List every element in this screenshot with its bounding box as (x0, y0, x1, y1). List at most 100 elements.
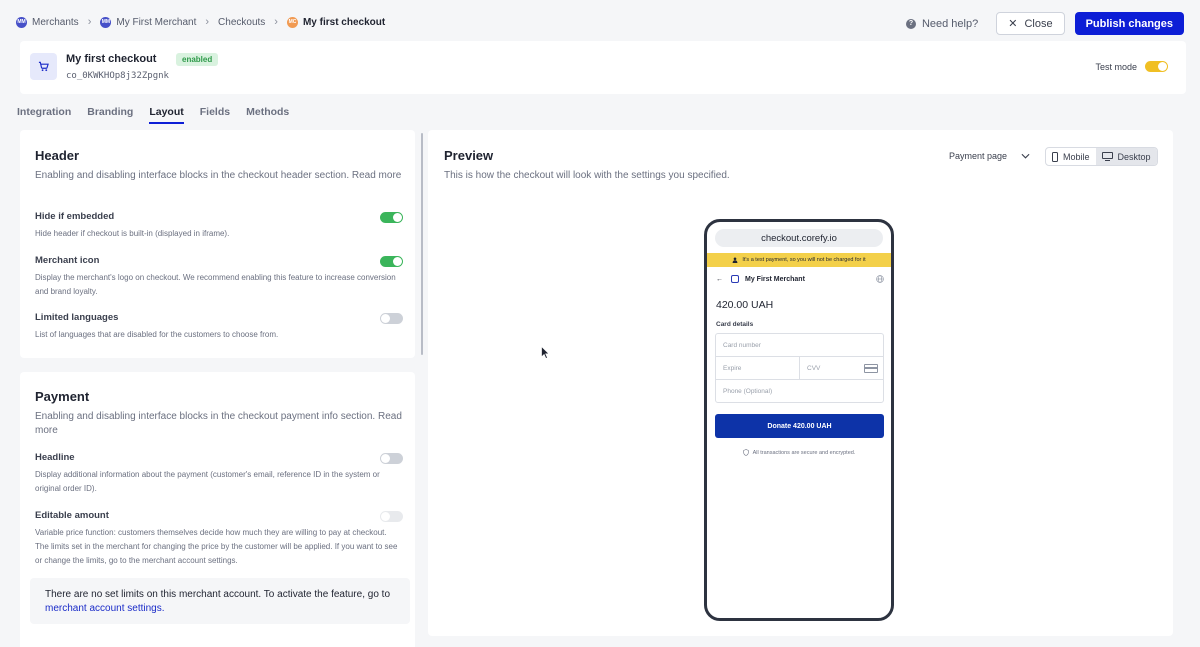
top-actions: ? Need help? ✕ Close Publish changes (905, 12, 1184, 35)
setting-title: Merchant icon (35, 255, 100, 266)
desktop-label: Desktop (1117, 151, 1151, 162)
setting-description: Hide header if checkout is built-in (dis… (35, 229, 230, 238)
expire-input[interactable]: Expire (715, 356, 800, 380)
test-mode: Test mode (1095, 61, 1168, 72)
setting-description: Display the merchant's logo on checkout.… (35, 273, 396, 296)
chevron-right-icon: › (87, 16, 92, 28)
payment-settings-panel: Payment Enabling and disabling interface… (20, 372, 415, 647)
merchant-avatar: MM (100, 16, 112, 28)
section-title: Payment (35, 389, 90, 404)
hide-if-embedded-toggle[interactable] (380, 212, 403, 223)
limits-notice: There are no set limits on this merchant… (30, 578, 410, 624)
device-switch: Mobile Desktop (1045, 147, 1158, 166)
section-description: Enabling and disabling interface blocks … (35, 170, 402, 181)
setting-title: Limited languages (35, 312, 119, 323)
breadcrumb-merchant[interactable]: MM My First Merchant (100, 16, 197, 28)
test-mode-toggle[interactable] (1145, 61, 1168, 72)
banner-text: It's a test payment, so you will not be … (742, 257, 866, 263)
phone-mockup: checkout.corefy.io It's a test payment, … (704, 219, 894, 621)
merchant-name: My First Merchant (745, 275, 805, 283)
preview-title: Preview (444, 148, 494, 163)
headline-toggle[interactable] (380, 453, 403, 464)
section-description: Enabling and disabling interface blocks … (35, 411, 402, 436)
breadcrumb-merchants[interactable]: MM Merchants (16, 16, 79, 28)
test-payment-banner: It's a test payment, so you will not be … (707, 253, 891, 267)
mobile-icon (1052, 151, 1058, 162)
mouse-cursor-icon (541, 346, 550, 359)
person-icon (732, 257, 738, 263)
page-select-value: Payment page (949, 151, 1008, 161)
status-badge: enabled (176, 53, 219, 66)
mobile-view-button[interactable]: Mobile (1046, 148, 1096, 165)
merchant-logo-icon (731, 275, 739, 283)
section-title: Header (35, 148, 80, 163)
question-icon: ? (905, 18, 916, 29)
merchant-settings-link[interactable]: merchant account settings. (45, 603, 165, 614)
phone-input[interactable]: Phone (Optional) (715, 379, 884, 403)
credit-card-icon (864, 364, 878, 373)
setting-description: List of languages that are disabled for … (35, 330, 279, 339)
publish-button[interactable]: Publish changes (1074, 12, 1184, 35)
notice-text: There are no set limits on this merchant… (45, 589, 390, 600)
donate-button[interactable]: Donate 420.00 UAH (715, 414, 884, 438)
test-mode-label: Test mode (1095, 61, 1137, 72)
setting-editable-amount: Editable amount Variable price function:… (35, 510, 403, 568)
setting-title: Editable amount (35, 510, 109, 521)
close-button[interactable]: ✕ Close (996, 12, 1065, 35)
panel-scrollbar[interactable] (421, 133, 423, 355)
card-details-label: Card details (716, 321, 754, 328)
top-bar: MM Merchants › MM My First Merchant › Ch… (0, 0, 1200, 44)
merchant-header: ← My First Merchant (716, 275, 884, 283)
merchant-icon-toggle[interactable] (380, 256, 403, 267)
setting-title: Headline (35, 452, 75, 463)
tab-fields[interactable]: Fields (200, 106, 230, 124)
close-label: Close (1024, 17, 1053, 30)
secure-text: All transactions are secure and encrypte… (752, 449, 856, 456)
limited-languages-toggle[interactable] (380, 313, 403, 324)
merchant-avatar: MM (16, 16, 27, 28)
chevron-down-icon (1021, 153, 1030, 159)
payment-amount: 420.00 UAH (716, 299, 774, 311)
checkout-summary-card: My first checkout enabled co_0KWKHOp8j32… (20, 41, 1186, 94)
close-icon: ✕ (1008, 18, 1018, 30)
shield-icon (743, 449, 749, 456)
preview-panel: Preview This is how the checkout will lo… (428, 130, 1173, 636)
breadcrumb-label: Checkouts (218, 16, 266, 28)
back-arrow-icon[interactable]: ← (716, 276, 723, 283)
desktop-icon (1101, 152, 1113, 161)
setting-headline: Headline Display additional information … (35, 452, 403, 496)
breadcrumb: MM Merchants › MM My First Merchant › Ch… (16, 16, 385, 28)
setting-hide-if-embedded: Hide if embedded Hide header if checkout… (35, 211, 403, 241)
card-number-input[interactable]: Card number (715, 333, 884, 357)
tab-integration[interactable]: Integration (17, 106, 71, 124)
globe-icon[interactable] (876, 275, 884, 283)
mobile-label: Mobile (1063, 151, 1090, 162)
help-link[interactable]: ? Need help? (905, 17, 979, 30)
preview-description: This is how the checkout will look with … (444, 170, 730, 181)
secure-note: All transactions are secure and encrypte… (707, 449, 891, 456)
checkout-name: My first checkout (66, 53, 157, 65)
editable-amount-toggle[interactable] (380, 511, 403, 522)
breadcrumb-current: MC My first checkout (286, 16, 386, 28)
setting-merchant-icon: Merchant icon Display the merchant's log… (35, 255, 403, 299)
tab-branding[interactable]: Branding (87, 106, 133, 124)
header-settings-panel: Header Enabling and disabling interface … (20, 130, 415, 358)
chevron-right-icon: › (274, 16, 278, 28)
url-bar: checkout.corefy.io (715, 229, 883, 247)
breadcrumb-label: Merchants (32, 16, 79, 28)
tab-layout[interactable]: Layout (149, 106, 184, 124)
desktop-view-button[interactable]: Desktop (1095, 148, 1157, 165)
setting-title: Hide if embedded (35, 211, 115, 222)
checkout-id: co_0KWKHOp8j32Zpgnk (66, 71, 169, 81)
page-select[interactable]: Payment page (949, 151, 1030, 161)
breadcrumb-label: My First Merchant (116, 16, 197, 28)
tab-bar: Integration Branding Layout Fields Metho… (17, 106, 289, 124)
cvv-input[interactable]: CVV (799, 356, 884, 380)
checkout-avatar: MC (286, 16, 298, 28)
setting-description: Variable price function: customers thems… (35, 528, 398, 565)
chevron-right-icon: › (205, 16, 210, 28)
help-label: Need help? (921, 17, 979, 30)
breadcrumb-checkouts[interactable]: Checkouts (218, 17, 265, 28)
breadcrumb-label: My first checkout (302, 16, 386, 28)
tab-methods[interactable]: Methods (246, 106, 289, 124)
